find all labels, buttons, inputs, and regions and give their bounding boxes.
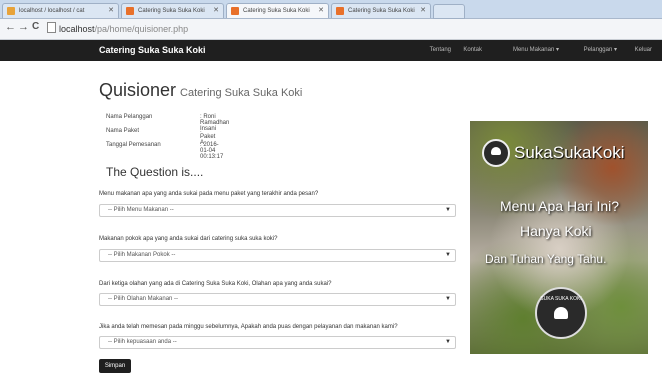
select-value: -- Pilih Menu Makanan -- [108,207,174,213]
nav-item-kontak[interactable]: Kontak [463,40,482,61]
page-icon [47,22,56,33]
info-row-package: Nama Paket : Paket A [106,128,215,146]
tab-title: localhost / localhost / cat [19,8,85,14]
site-navbar: Catering Suka Suka Koki Tentang Kontak M… [0,40,662,61]
info-row-order-date: Tanggal Pemesanan : 2016-01-04 00:13:17 [106,142,223,160]
question-4-text: Jika anda telah memesan pada minggu sebe… [99,324,398,330]
browser-tab[interactable]: localhost / localhost / cat ✕ [2,3,119,18]
page-title: Quisioner Catering Suka Suka Koki [99,80,302,101]
phpmyadmin-favicon-icon [7,7,15,15]
select-value: -- Pilih Olahan Makanan -- [108,296,179,302]
close-tab-icon[interactable]: ✕ [213,4,219,18]
question-3-select[interactable]: -- Pilih Olahan Makanan -- ▼ [99,293,456,306]
seal-text: SUKA SUKA KOKI [540,296,582,302]
info-label: Tanggal Pemesanan [106,142,161,148]
banner-brand: SukaSukaKoki [514,143,625,162]
site-favicon-icon [336,7,344,15]
question-2-text: Makanan pokok apa yang anda sukai dari c… [99,236,278,242]
banner-tagline-2: Hanya Koki [520,223,592,239]
site-favicon-icon [126,7,134,15]
chevron-down-icon: ▼ [445,207,451,213]
navbar-brand[interactable]: Catering Suka Suka Koki [99,40,206,61]
nav-item-pelanggan[interactable]: Pelanggan ▾ [584,40,617,61]
browser-tab[interactable]: Catering Suka Suka Koki ✕ [121,3,224,18]
info-label: Nama Pelanggan [106,114,153,120]
url-field[interactable]: localhost/pa/home/quisioner.php [47,20,188,38]
page-title-main: Quisioner [99,80,177,100]
browser-tab-bar: localhost / localhost / cat ✕ Catering S… [0,0,662,19]
browser-tab[interactable]: Catering Suka Suka Koki ✕ [331,3,431,18]
close-tab-icon[interactable]: ✕ [420,4,426,18]
banner-tagline-3: Dan Tuhan Yang Tahu. [485,252,607,266]
promo-banner-image: SukaSukaKoki Menu Apa Hari Ini? Hanya Ko… [470,121,648,354]
browser-tab-active[interactable]: Catering Suka Suka Koki ✕ [226,3,329,18]
tab-title: Catering Suka Suka Koki [348,8,415,14]
reload-icon[interactable]: C [32,21,39,32]
select-value: -- Pilih kepuasaan anda -- [108,339,177,345]
new-tab-button[interactable] [433,4,465,19]
url-path: /pa/home/quisioner.php [94,24,189,34]
close-tab-icon[interactable]: ✕ [318,4,324,18]
chef-seal-icon: SUKA SUKA KOKI [535,287,587,339]
info-label: Nama Paket [106,128,140,134]
tab-title: Catering Suka Suka Koki [243,8,310,14]
info-value: : 2016-01-04 00:13:17 [200,142,224,160]
chevron-down-icon: ▼ [445,339,451,345]
question-4-select[interactable]: -- Pilih kepuasaan anda -- ▼ [99,336,456,349]
nav-item-tentang[interactable]: Tentang [430,40,451,61]
page-subtitle: Catering Suka Suka Koki [180,87,303,99]
question-3-text: Dari ketiga olahan yang ada di Catering … [99,281,332,287]
question-heading: The Question is.... [106,165,204,179]
banner-tagline-1: Menu Apa Hari Ini? [500,198,620,214]
nav-item-keluar[interactable]: Keluar [635,40,652,61]
question-1-select[interactable]: -- Pilih Menu Makanan -- ▼ [99,204,456,217]
info-row-customer: Nama Pelanggan : Roni Ramadhan Insani [106,114,229,132]
url-host: localhost [59,24,95,34]
save-button[interactable]: Simpan [99,359,131,373]
back-arrow-icon[interactable]: ← [5,21,16,33]
address-bar: ← → C localhost/pa/home/quisioner.php [0,19,662,40]
select-value: -- Pilih Makanan Pokok -- [108,252,176,258]
forward-arrow-icon[interactable]: → [18,21,29,33]
close-tab-icon[interactable]: ✕ [108,4,114,18]
tab-title: Catering Suka Suka Koki [138,8,205,14]
question-2-select[interactable]: -- Pilih Makanan Pokok -- ▼ [99,249,456,262]
nav-item-menu-makanan[interactable]: Menu Makanan ▾ [513,40,559,61]
question-1-text: Menu makanan apa yang anda sukai pada me… [99,191,319,197]
chevron-down-icon: ▼ [445,252,451,258]
chef-hat-logo-icon [482,139,510,167]
site-favicon-icon [231,7,239,15]
chevron-down-icon: ▼ [445,296,451,302]
